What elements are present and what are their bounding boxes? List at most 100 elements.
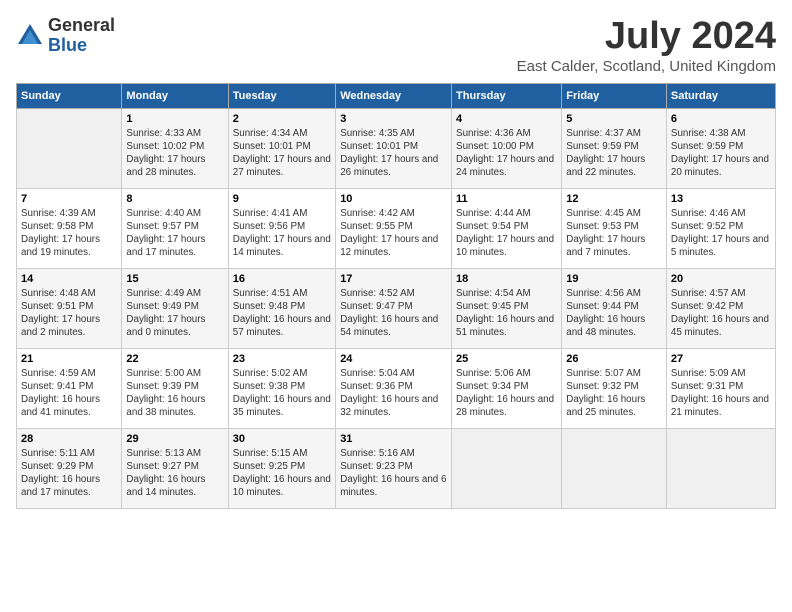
header-day-friday: Friday	[562, 83, 667, 108]
logo: General Blue	[16, 16, 115, 56]
day-info: Sunrise: 5:04 AMSunset: 9:36 PMDaylight:…	[340, 367, 447, 420]
header: General Blue July 2024 East Calder, Scot…	[16, 16, 776, 75]
day-cell: 11 Sunrise: 4:44 AMSunset: 9:54 PMDayligh…	[452, 188, 562, 268]
week-row-1: 1Sunrise: 4:33 AMSunset: 10:02 PMDayligh…	[17, 108, 776, 188]
day-cell: 9Sunrise: 4:41 AMSunset: 9:56 PMDaylight…	[228, 188, 335, 268]
logo-text: General Blue	[48, 16, 115, 56]
day-cell: 19Sunrise: 4:56 AMSunset: 9:44 PMDayligh…	[562, 268, 667, 348]
day-info: Sunrise: 4:37 AMSunset: 9:59 PMDaylight:…	[566, 127, 662, 180]
day-number: 1	[126, 113, 223, 125]
day-number: 16	[233, 273, 331, 285]
day-number: 23	[233, 353, 331, 365]
day-number: 2	[233, 113, 331, 125]
day-cell: 15 Sunrise: 4:49 AMSunset: 9:49 PMDayligh…	[122, 268, 228, 348]
day-info: Sunrise: 4:49 AMSunset: 9:49 PMDaylight:…	[126, 287, 223, 340]
day-number: 30	[233, 433, 331, 445]
day-number: 22	[126, 353, 223, 365]
day-info: Sunrise: 4:57 AMSunset: 9:42 PMDaylight:…	[671, 287, 771, 340]
day-cell: 14 Sunrise: 4:48 AMSunset: 9:51 PMDayligh…	[17, 268, 122, 348]
day-number: 8	[126, 193, 223, 205]
day-number: 21	[21, 353, 117, 365]
day-number: 6	[671, 113, 771, 125]
day-cell	[666, 428, 775, 508]
day-info: Sunrise: 4:44 AMSunset: 9:54 PMDaylight:…	[456, 207, 557, 260]
day-cell: 20Sunrise: 4:57 AMSunset: 9:42 PMDayligh…	[666, 268, 775, 348]
day-cell: 2 Sunrise: 4:34 AMSunset: 10:01 PMDayligh…	[228, 108, 335, 188]
day-number: 24	[340, 353, 447, 365]
day-info: Sunrise: 5:07 AMSunset: 9:32 PMDaylight:…	[566, 367, 662, 420]
day-info: Sunrise: 4:42 AMSunset: 9:55 PMDaylight:…	[340, 207, 447, 260]
day-cell	[452, 428, 562, 508]
header-day-sunday: Sunday	[17, 83, 122, 108]
day-cell: 6Sunrise: 4:38 AMSunset: 9:59 PMDaylight…	[666, 108, 775, 188]
day-cell: 7 Sunrise: 4:39 AMSunset: 9:58 PMDaylight…	[17, 188, 122, 268]
day-info: Sunrise: 5:13 AMSunset: 9:27 PMDaylight:…	[126, 447, 223, 500]
day-cell: 27 Sunrise: 5:09 AMSunset: 9:31 PMDayligh…	[666, 348, 775, 428]
day-cell: 28Sunrise: 5:11 AMSunset: 9:29 PMDayligh…	[17, 428, 122, 508]
day-number: 17	[340, 273, 447, 285]
day-info: Sunrise: 4:39 AMSunset: 9:58 PMDaylight:…	[21, 207, 117, 260]
day-number: 3	[340, 113, 447, 125]
day-number: 7	[21, 193, 117, 205]
day-info: Sunrise: 4:45 AMSunset: 9:53 PMDaylight:…	[566, 207, 662, 260]
day-cell: 18Sunrise: 4:54 AMSunset: 9:45 PMDayligh…	[452, 268, 562, 348]
day-cell: 23 Sunrise: 5:02 AMSunset: 9:38 PMDayligh…	[228, 348, 335, 428]
day-cell: 10 Sunrise: 4:42 AMSunset: 9:55 PMDayligh…	[336, 188, 452, 268]
day-number: 26	[566, 353, 662, 365]
day-number: 13	[671, 193, 771, 205]
header-row: SundayMondayTuesdayWednesdayThursdayFrid…	[17, 83, 776, 108]
day-number: 14	[21, 273, 117, 285]
week-row-3: 14 Sunrise: 4:48 AMSunset: 9:51 PMDayligh…	[17, 268, 776, 348]
day-number: 15	[126, 273, 223, 285]
logo-blue-text: Blue	[48, 36, 115, 56]
day-info: Sunrise: 4:54 AMSunset: 9:45 PMDaylight:…	[456, 287, 557, 340]
day-cell: 16 Sunrise: 4:51 AMSunset: 9:48 PMDayligh…	[228, 268, 335, 348]
day-info: Sunrise: 4:34 AMSunset: 10:01 PMDaylight…	[233, 127, 331, 180]
day-number: 5	[566, 113, 662, 125]
day-cell: 29 Sunrise: 5:13 AMSunset: 9:27 PMDayligh…	[122, 428, 228, 508]
day-info: Sunrise: 5:16 AMSunset: 9:23 PMDaylight:…	[340, 447, 447, 500]
day-number: 4	[456, 113, 557, 125]
day-number: 11	[456, 193, 557, 205]
day-number: 19	[566, 273, 662, 285]
day-info: Sunrise: 4:40 AMSunset: 9:57 PMDaylight:…	[126, 207, 223, 260]
title-area: July 2024 East Calder, Scotland, United …	[517, 16, 776, 75]
day-info: Sunrise: 4:41 AMSunset: 9:56 PMDaylight:…	[233, 207, 331, 260]
day-number: 27	[671, 353, 771, 365]
day-number: 29	[126, 433, 223, 445]
day-cell: 21 Sunrise: 4:59 AMSunset: 9:41 PMDayligh…	[17, 348, 122, 428]
day-info: Sunrise: 5:09 AMSunset: 9:31 PMDaylight:…	[671, 367, 771, 420]
day-cell	[17, 108, 122, 188]
day-cell: 25 Sunrise: 5:06 AMSunset: 9:34 PMDayligh…	[452, 348, 562, 428]
day-info: Sunrise: 4:52 AMSunset: 9:47 PMDaylight:…	[340, 287, 447, 340]
day-number: 10	[340, 193, 447, 205]
day-info: Sunrise: 4:46 AMSunset: 9:52 PMDaylight:…	[671, 207, 771, 260]
day-info: Sunrise: 4:35 AMSunset: 10:01 PMDaylight…	[340, 127, 447, 180]
day-info: Sunrise: 4:36 AMSunset: 10:00 PMDaylight…	[456, 127, 557, 180]
header-day-tuesday: Tuesday	[228, 83, 335, 108]
day-number: 12	[566, 193, 662, 205]
week-row-5: 28Sunrise: 5:11 AMSunset: 9:29 PMDayligh…	[17, 428, 776, 508]
day-cell: 13 Sunrise: 4:46 AMSunset: 9:52 PMDayligh…	[666, 188, 775, 268]
day-info: Sunrise: 4:59 AMSunset: 9:41 PMDaylight:…	[21, 367, 117, 420]
day-number: 28	[21, 433, 117, 445]
day-cell: 8 Sunrise: 4:40 AMSunset: 9:57 PMDaylight…	[122, 188, 228, 268]
day-cell	[562, 428, 667, 508]
header-day-monday: Monday	[122, 83, 228, 108]
day-info: Sunrise: 5:00 AMSunset: 9:39 PMDaylight:…	[126, 367, 223, 420]
location: East Calder, Scotland, United Kingdom	[517, 58, 776, 75]
day-info: Sunrise: 4:48 AMSunset: 9:51 PMDaylight:…	[21, 287, 117, 340]
day-info: Sunrise: 5:02 AMSunset: 9:38 PMDaylight:…	[233, 367, 331, 420]
day-info: Sunrise: 4:51 AMSunset: 9:48 PMDaylight:…	[233, 287, 331, 340]
day-info: Sunrise: 5:06 AMSunset: 9:34 PMDaylight:…	[456, 367, 557, 420]
day-info: Sunrise: 5:15 AMSunset: 9:25 PMDaylight:…	[233, 447, 331, 500]
day-cell: 12 Sunrise: 4:45 AMSunset: 9:53 PMDayligh…	[562, 188, 667, 268]
day-number: 25	[456, 353, 557, 365]
day-cell: 3 Sunrise: 4:35 AMSunset: 10:01 PMDayligh…	[336, 108, 452, 188]
day-cell: 30 Sunrise: 5:15 AMSunset: 9:25 PMDayligh…	[228, 428, 335, 508]
day-cell: 1Sunrise: 4:33 AMSunset: 10:02 PMDayligh…	[122, 108, 228, 188]
week-row-4: 21 Sunrise: 4:59 AMSunset: 9:41 PMDayligh…	[17, 348, 776, 428]
day-cell: 26 Sunrise: 5:07 AMSunset: 9:32 PMDayligh…	[562, 348, 667, 428]
header-day-saturday: Saturday	[666, 83, 775, 108]
month-title: July 2024	[517, 16, 776, 58]
